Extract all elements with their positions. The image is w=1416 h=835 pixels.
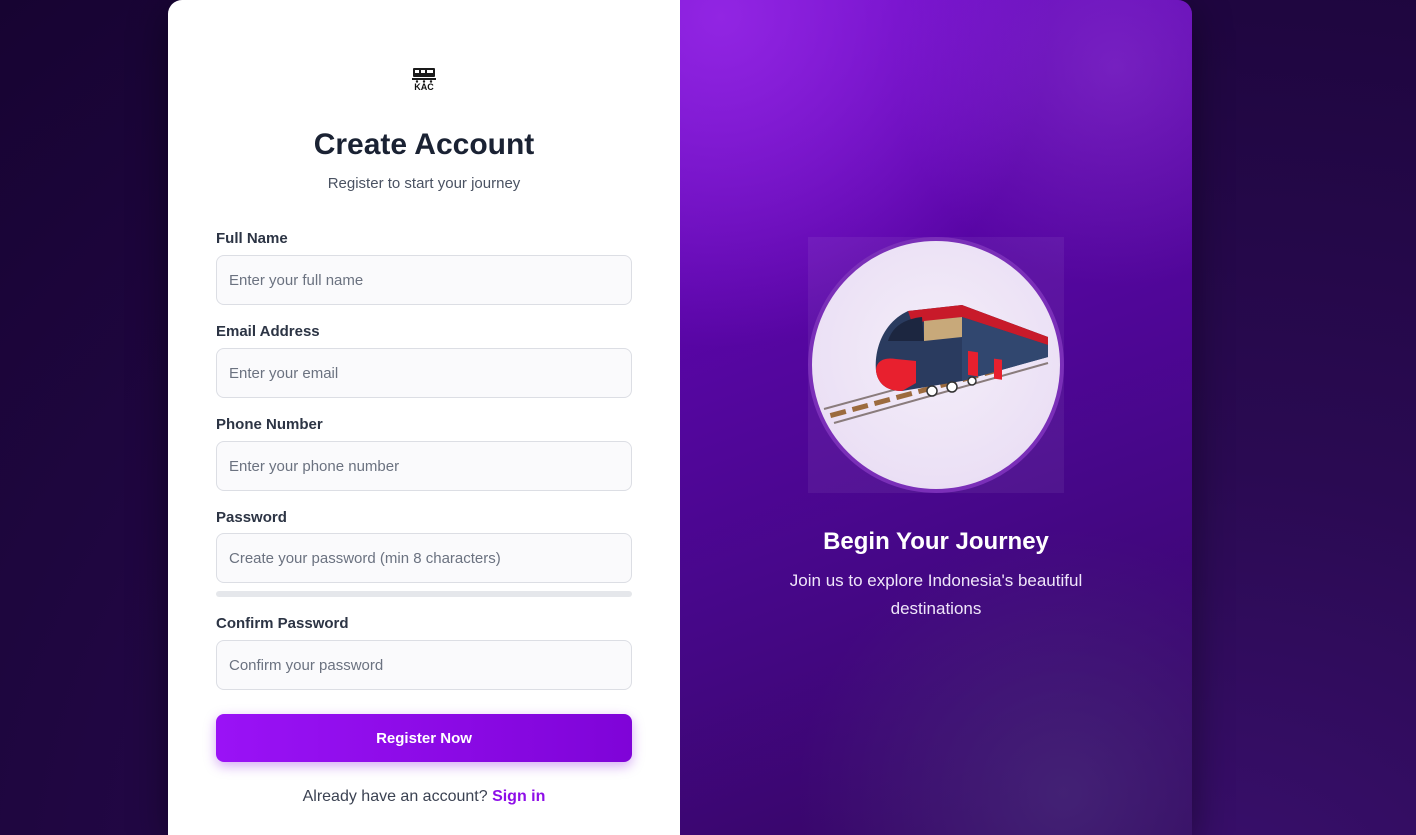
confirm-password-input[interactable] xyxy=(216,640,632,690)
train-illustration xyxy=(823,305,1049,424)
hero-text: Join us to explore Indonesia's beautiful… xyxy=(789,571,1083,618)
full-name-label: Full Name xyxy=(216,230,288,247)
page-subtitle: Register to start your journey xyxy=(327,175,521,192)
train-illustration-circle xyxy=(808,237,1064,493)
phone-input[interactable] xyxy=(216,441,632,491)
email-input[interactable] xyxy=(216,348,632,398)
signin-link[interactable]: Sign in xyxy=(492,788,545,805)
confirm-password-label: Confirm Password xyxy=(216,615,349,632)
email-label: Email Address xyxy=(216,323,320,340)
hero-illustration xyxy=(808,237,1064,493)
hero-title: Begin Your Journey xyxy=(823,528,1049,555)
phone-label: Phone Number xyxy=(216,416,323,433)
page-title: Create Account xyxy=(313,128,535,161)
register-button[interactable]: Register Now xyxy=(216,714,632,762)
register-form-panel: KAC Create Account Register to start you… xyxy=(168,0,680,835)
hero-panel: Begin Your Journey Join us to explore In… xyxy=(680,0,1192,835)
logo-text: KAC xyxy=(414,82,434,92)
signin-prompt-text: Already have an account? xyxy=(302,788,488,805)
signin-prompt-row: Already have an account? Sign in xyxy=(168,788,680,806)
password-input[interactable] xyxy=(216,533,632,583)
full-name-input[interactable] xyxy=(216,255,632,305)
register-card: KAC Create Account Register to start you… xyxy=(168,0,1192,835)
password-strength-bar xyxy=(216,591,632,597)
password-label: Password xyxy=(216,509,287,526)
kac-logo: KAC xyxy=(411,66,437,94)
